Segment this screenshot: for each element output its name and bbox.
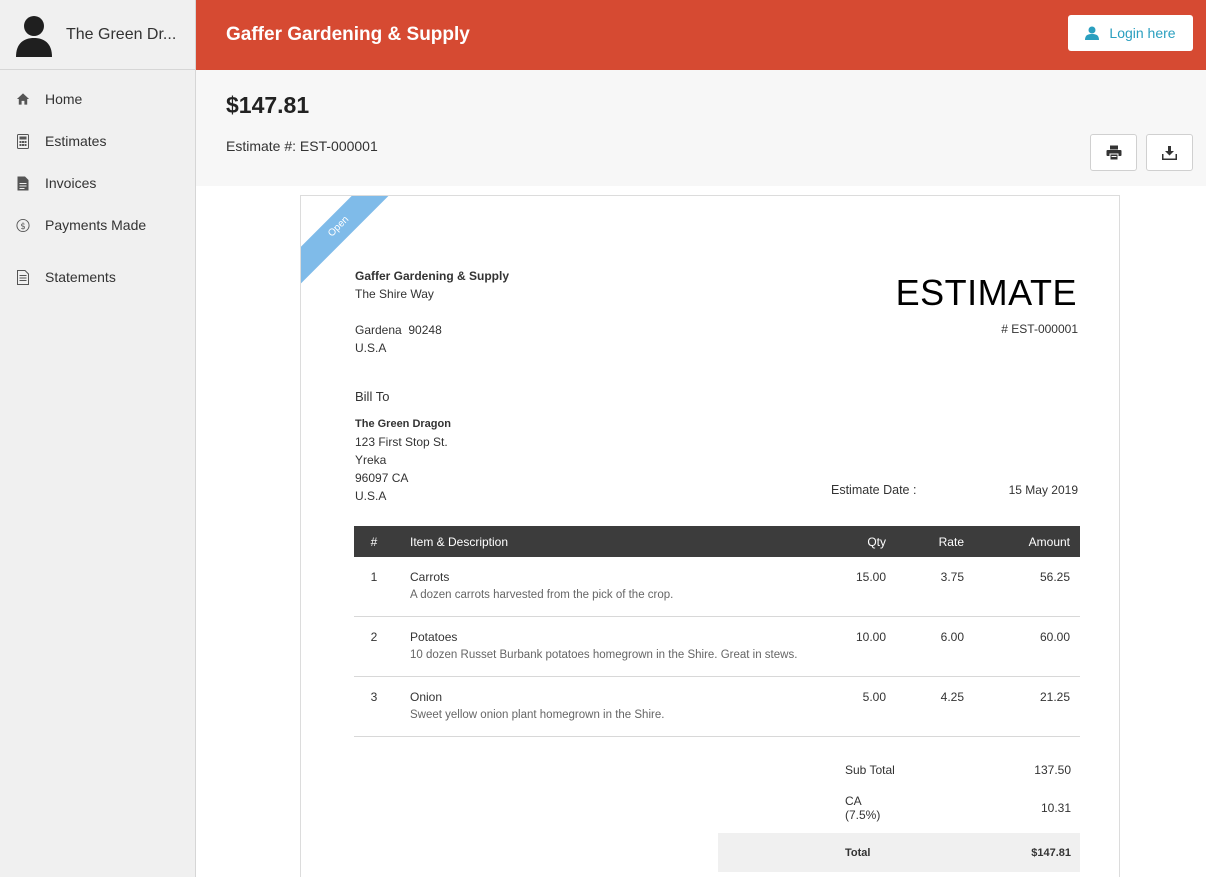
download-button[interactable] — [1146, 134, 1193, 171]
home-icon — [16, 92, 30, 106]
row-number: 2 — [354, 616, 394, 677]
account-header[interactable]: The Green Dr... — [0, 0, 195, 70]
estimate-document: Open Gaffer Gardening & Supply The Shire… — [300, 195, 1120, 877]
customer-city: Yreka — [355, 453, 387, 467]
estimate-date-value: 15 May 2019 — [1008, 483, 1078, 497]
tax-value: 10.31 — [1040, 801, 1071, 815]
sidebar-item-estimates[interactable]: Estimates — [0, 120, 195, 162]
estimate-number-label: Estimate #: EST-000001 — [226, 138, 378, 154]
sidebar: The Green Dr... Home Estimates Invoices … — [0, 0, 196, 877]
sidebar-item-statements[interactable]: Statements — [0, 256, 195, 298]
estimate-amount: $147.81 — [226, 92, 310, 118]
customer-zip-state: 96097 CA — [355, 471, 409, 485]
seller-name: Gaffer Gardening & Supply — [355, 269, 510, 283]
item-qty: 15.00 — [806, 557, 886, 617]
subtotal-row: Sub Total 137.50 — [718, 751, 1080, 789]
column-header-number: # — [370, 534, 378, 549]
print-button[interactable] — [1090, 134, 1137, 171]
item-amount: 56.25 — [964, 557, 1080, 617]
seller-street: The Shire Way — [355, 287, 434, 301]
seller-country: U.S.A — [355, 341, 387, 355]
statement-icon — [16, 269, 30, 285]
item-rate: 4.25 — [886, 676, 964, 737]
login-button[interactable]: Login here — [1068, 15, 1193, 51]
total-label: Total — [845, 846, 871, 859]
dollar-circle-icon: $ — [16, 218, 30, 232]
item-description: A dozen carrots harvested from the pick … — [410, 589, 674, 601]
sidebar-item-label: Home — [45, 91, 83, 107]
sidebar-item-label: Invoices — [45, 175, 97, 191]
printer-icon — [1106, 145, 1121, 160]
column-header-rate: Rate — [938, 534, 964, 549]
item-rate: 6.00 — [886, 616, 964, 677]
document-icon — [16, 176, 30, 190]
row-number: 3 — [354, 676, 394, 737]
customer-name: The Green Dragon — [355, 418, 451, 430]
item-name: Onion — [410, 690, 443, 704]
document-number: # EST-000001 — [1001, 322, 1078, 336]
user-avatar-icon — [16, 15, 52, 57]
customer-street: 123 First Stop St. — [355, 435, 448, 449]
row-number: 1 — [354, 557, 394, 617]
seller-address: Gaffer Gardening & Supply The Shire Way … — [355, 267, 509, 357]
sidebar-item-label: Estimates — [45, 133, 107, 149]
table-row: 1 Carrots A dozen carrots harvested from… — [354, 557, 1080, 617]
column-header-qty: Qty — [867, 534, 886, 549]
svg-text:$: $ — [20, 220, 25, 230]
tax-row: CA (7.5%) 10.31 — [718, 789, 1080, 827]
item-description: Sweet yellow onion plant homegrown in th… — [410, 709, 665, 721]
tax-label: CA (7.5%) — [845, 794, 881, 822]
sidebar-item-label: Payments Made — [45, 217, 147, 233]
line-items-table: # Item & Description Qty Rate Amount 1 C… — [354, 526, 1080, 737]
item-name: Potatoes — [410, 630, 458, 644]
item-qty: 10.00 — [806, 616, 886, 677]
login-label: Login here — [1109, 25, 1176, 41]
item-description: 10 dozen Russet Burbank potatoes homegro… — [410, 649, 798, 661]
top-header: Gaffer Gardening & Supply Login here — [196, 0, 1206, 70]
estimate-date-label: Estimate Date : — [831, 483, 917, 497]
customer-country: U.S.A — [355, 489, 387, 503]
bill-to-label: Bill To — [355, 389, 390, 404]
sidebar-item-label: Statements — [45, 269, 116, 285]
document-title: ESTIMATE — [895, 272, 1077, 313]
item-amount: 60.00 — [964, 616, 1080, 677]
table-header-row: # Item & Description Qty Rate Amount — [354, 526, 1080, 557]
download-icon — [1162, 145, 1177, 160]
column-header-item: Item & Description — [410, 534, 509, 549]
sidebar-nav: Home Estimates Invoices $ Payments Made … — [0, 70, 195, 298]
bill-to-address: The Green Dragon 123 First Stop St. Yrek… — [355, 415, 451, 505]
item-qty: 5.00 — [806, 676, 886, 737]
seller-city-zip: Gardena 90248 — [355, 323, 442, 337]
organization-name: The Green Dr... — [66, 25, 177, 43]
totals-section: Sub Total 137.50 CA (7.5%) 10.31 Total $… — [718, 751, 1080, 872]
sidebar-item-invoices[interactable]: Invoices — [0, 162, 195, 204]
table-row: 3 Onion Sweet yellow onion plant homegro… — [354, 676, 1080, 737]
item-name: Carrots — [410, 570, 450, 584]
table-row: 2 Potatoes 10 dozen Russet Burbank potat… — [354, 616, 1080, 677]
sidebar-item-home[interactable]: Home — [0, 78, 195, 120]
column-header-amount: Amount — [1028, 534, 1070, 549]
calculator-icon — [16, 133, 30, 149]
sidebar-item-payments-made[interactable]: $ Payments Made — [0, 204, 195, 246]
estimate-summary-bar: $147.81 Estimate #: EST-000001 — [196, 70, 1206, 186]
subtotal-value: 137.50 — [1034, 763, 1071, 777]
total-value: $147.81 — [1031, 846, 1071, 859]
subtotal-label: Sub Total — [845, 763, 895, 777]
item-rate: 3.75 — [886, 557, 964, 617]
total-row: Total $147.81 — [718, 833, 1080, 872]
item-amount: 21.25 — [964, 676, 1080, 737]
brand-name: Gaffer Gardening & Supply — [226, 24, 470, 45]
user-icon — [1085, 26, 1100, 40]
